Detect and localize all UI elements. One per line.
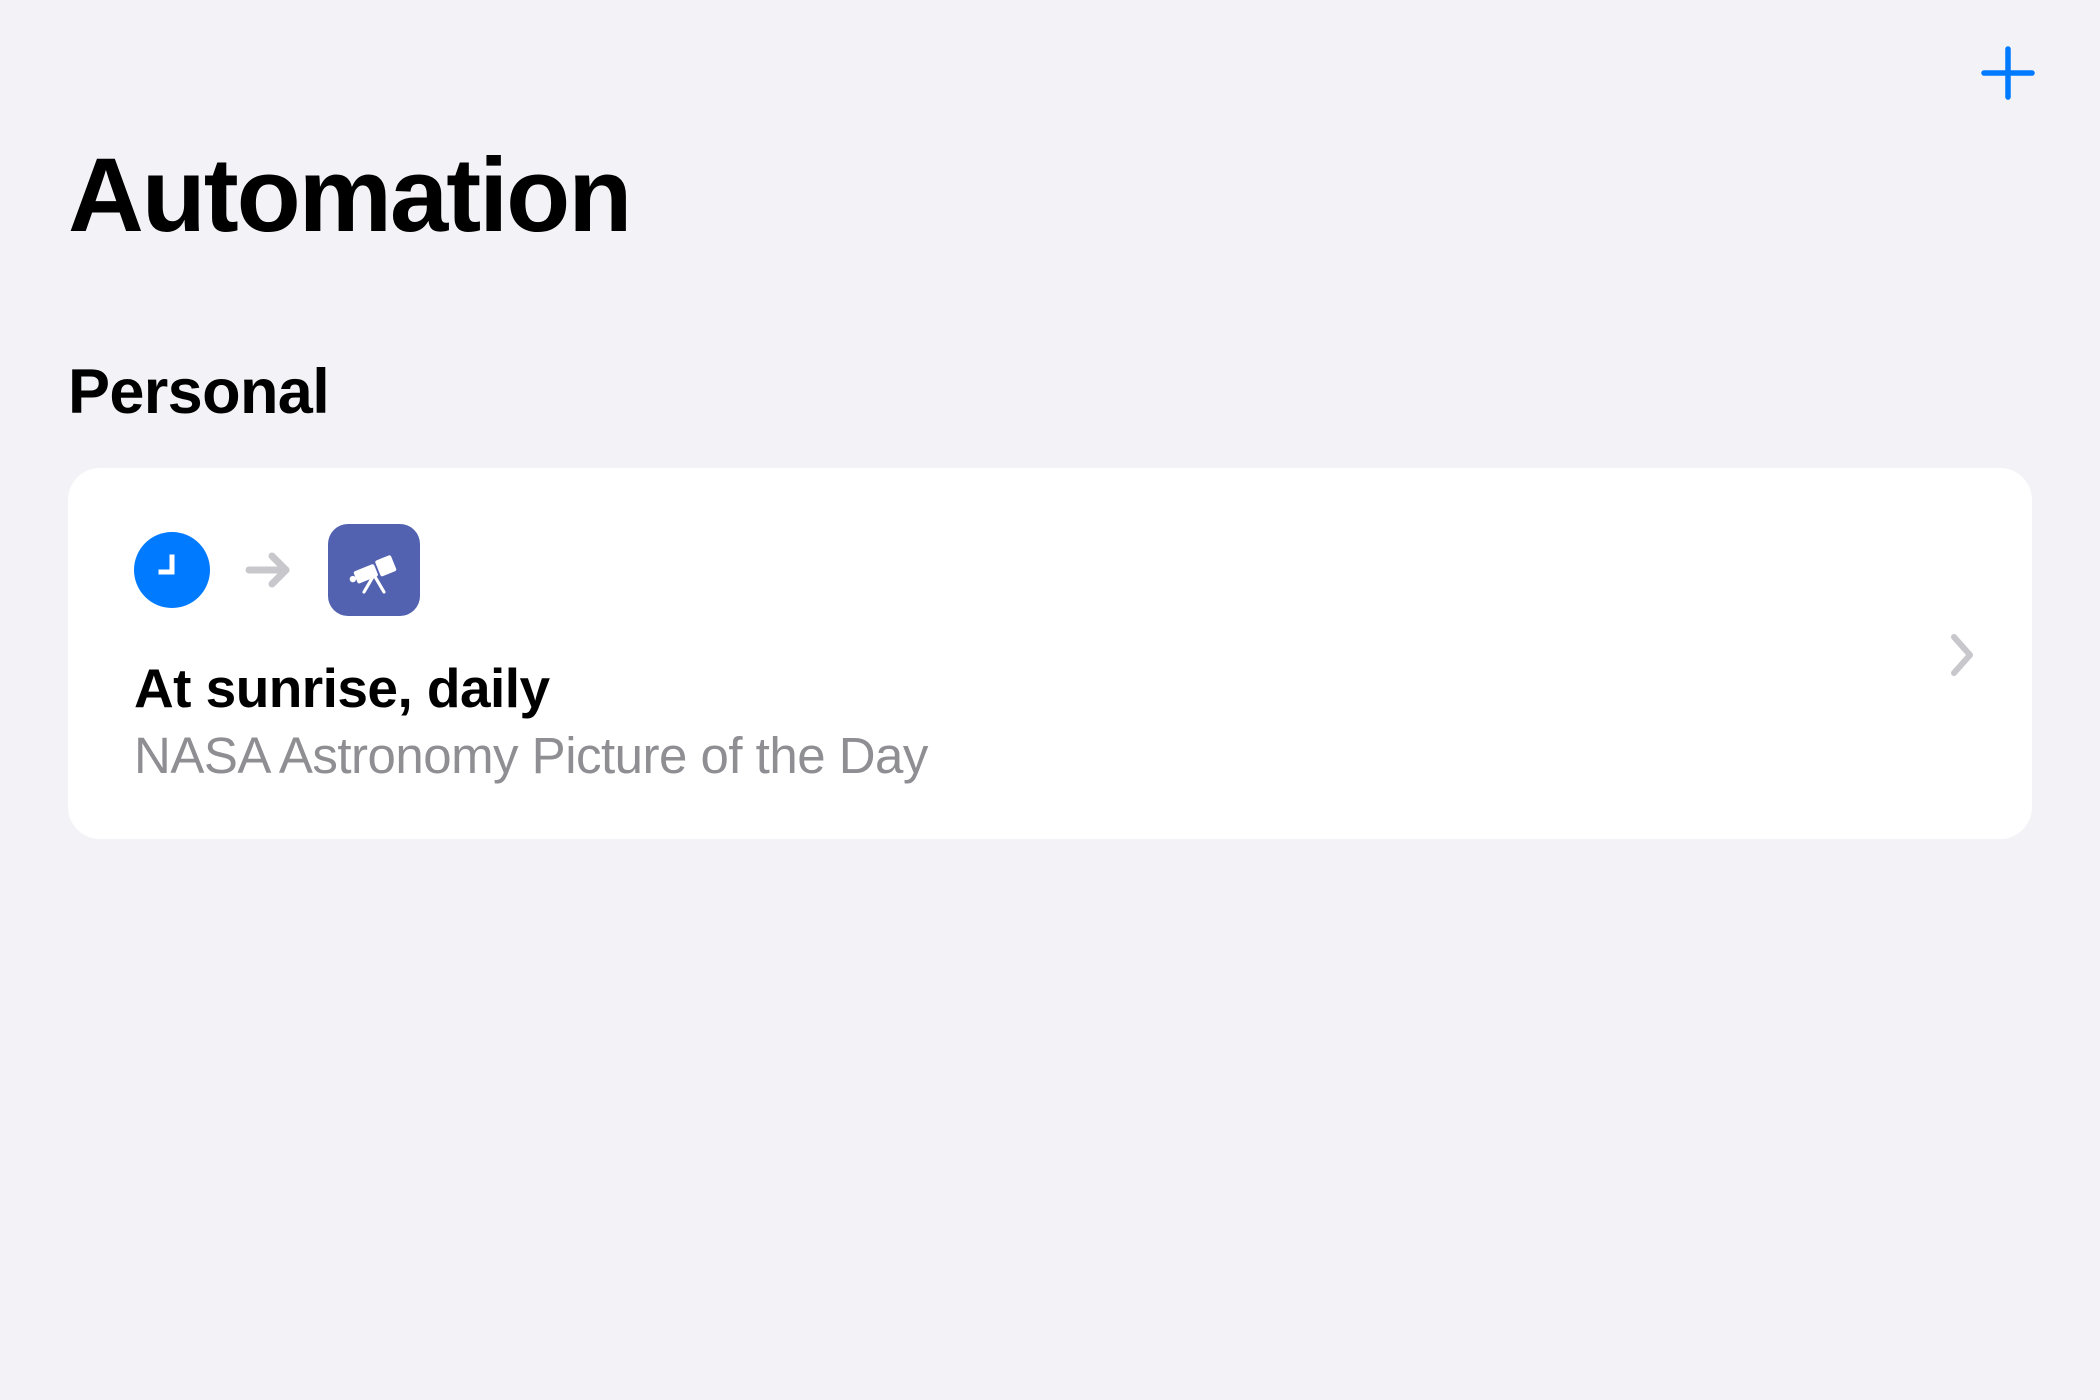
plus-icon	[1981, 46, 2035, 103]
automation-subtitle: NASA Astronomy Picture of the Day	[134, 726, 1934, 785]
automation-card[interactable]: At sunrise, daily NASA Astronomy Picture…	[68, 468, 2032, 839]
arrow-right-icon	[244, 549, 294, 591]
telescope-icon	[328, 524, 420, 616]
top-bar	[0, 0, 2100, 106]
automation-content: At sunrise, daily NASA Astronomy Picture…	[134, 524, 1934, 785]
page-title: Automation	[0, 106, 2100, 256]
automation-list: At sunrise, daily NASA Astronomy Picture…	[0, 428, 2100, 839]
automation-title: At sunrise, daily	[134, 656, 1934, 720]
automation-icon-row	[134, 524, 1934, 616]
add-button[interactable]	[1976, 42, 2040, 106]
chevron-right-icon	[1934, 633, 1976, 677]
section-title-personal: Personal	[0, 256, 2100, 428]
clock-icon	[134, 532, 210, 608]
